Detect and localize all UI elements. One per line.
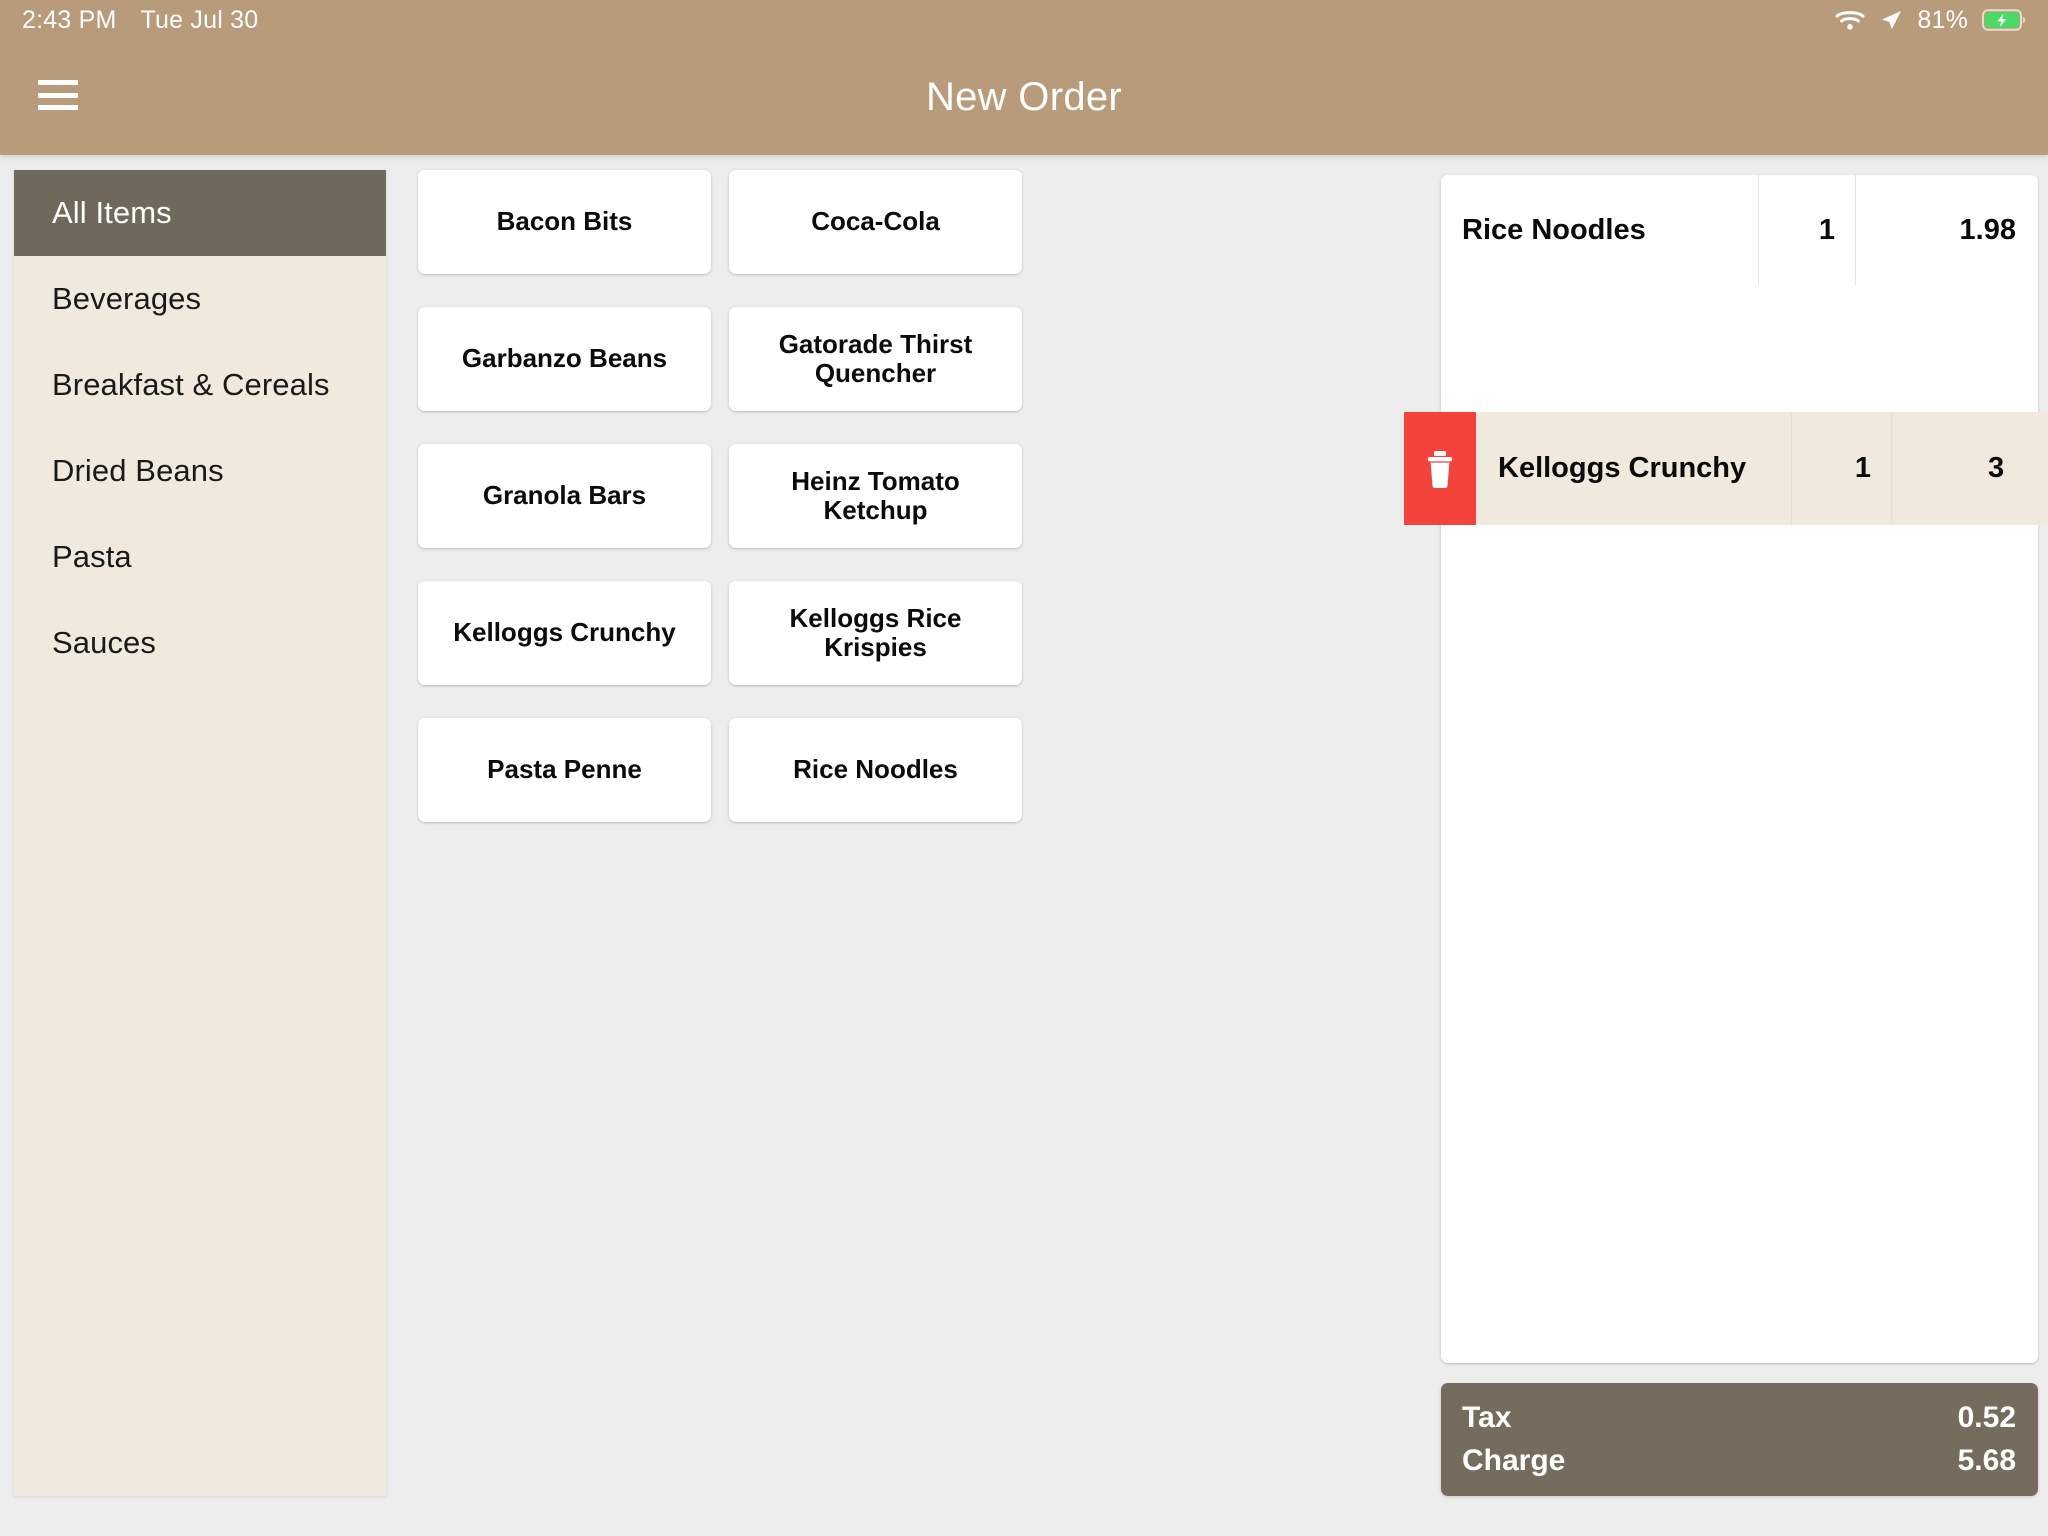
charge-value: 5.68 — [1957, 1443, 2016, 1477]
item-card-heinz-tomato-ketchup[interactable]: Heinz Tomato Ketchup — [729, 444, 1022, 548]
item-card-kelloggs-rice-krispies[interactable]: Kelloggs Rice Krispies — [729, 581, 1022, 685]
status-date: Tue Jul 30 — [140, 5, 259, 34]
item-card-rice-noodles[interactable]: Rice Noodles — [729, 718, 1022, 822]
delete-line-button[interactable] — [1404, 412, 1476, 525]
navigation-bar: New Order — [0, 40, 2048, 155]
order-line-row-swiped[interactable]: Kelloggs Crunchy 1 3 — [1404, 412, 2048, 525]
item-card-label: Gatorade Thirst Quencher — [778, 328, 973, 388]
sidebar-item-all-items[interactable]: All Items — [14, 170, 386, 256]
order-line-swiped-body: Kelloggs Crunchy 1 3 — [1476, 412, 2048, 525]
item-card-label: Bacon Bits — [496, 206, 633, 237]
item-grid: Bacon Bits Coca-Cola Garbanzo Beans Gato… — [418, 170, 1358, 1496]
item-card-label: Kelloggs Rice Krispies — [789, 602, 962, 662]
sidebar-item-label: Dried Beans — [52, 453, 224, 488]
sidebar-item-label: All Items — [52, 195, 172, 230]
item-card-label: Garbanzo Beans — [461, 343, 668, 374]
sidebar-item-breakfast-cereals[interactable]: Breakfast & Cereals — [14, 342, 386, 428]
item-card-gatorade-thirst-quencher[interactable]: Gatorade Thirst Quencher — [729, 307, 1022, 411]
tax-value: 0.52 — [1957, 1400, 2016, 1434]
order-line-price: 3 — [1988, 452, 2005, 484]
order-line-price: 1.98 — [1959, 213, 2016, 246]
battery-charging-icon — [1982, 9, 2026, 31]
order-line-qty: 1 — [1759, 175, 1856, 285]
item-card-label: Granola Bars — [482, 480, 647, 511]
order-totals-panel: Tax 0.52 Charge 5.68 — [1441, 1383, 2038, 1496]
page-title: New Order — [925, 75, 1123, 119]
order-line-qty: 1 — [1792, 412, 1892, 525]
tax-row: Tax 0.52 — [1462, 1397, 2016, 1440]
item-card-label: Heinz Tomato Ketchup — [791, 465, 960, 525]
sidebar-item-label: Beverages — [52, 281, 202, 316]
trash-icon — [1428, 450, 1452, 488]
order-line-row[interactable]: Rice Noodles 1 1.98 — [1441, 175, 2038, 285]
item-card-label: Coca-Cola — [811, 206, 940, 237]
sidebar-item-sauces[interactable]: Sauces — [14, 600, 386, 686]
order-line-name: Rice Noodles — [1441, 175, 1759, 285]
sidebar-item-label: Breakfast & Cereals — [52, 367, 330, 402]
order-line-name: Kelloggs Crunchy — [1476, 412, 1792, 525]
sidebar-item-pasta[interactable]: Pasta — [14, 514, 386, 600]
status-bar-left: 2:43 PM Tue Jul 30 — [22, 6, 258, 35]
item-card-kelloggs-crunchy[interactable]: Kelloggs Crunchy — [418, 581, 711, 685]
sidebar-item-dried-beans[interactable]: Dried Beans — [14, 428, 386, 514]
charge-row: Charge 5.68 — [1462, 1440, 2016, 1483]
sidebar-item-label: Pasta — [52, 539, 132, 574]
location-arrow-icon — [1879, 8, 1903, 32]
status-time: 2:43 PM — [22, 5, 117, 34]
order-lines-panel: Rice Noodles 1 1.98 — [1441, 175, 2038, 1363]
item-card-label: Rice Noodles — [793, 754, 958, 785]
item-card-label: Kelloggs Crunchy — [453, 617, 676, 648]
battery-percent: 81% — [1917, 5, 1968, 34]
item-card-pasta-penne[interactable]: Pasta Penne — [418, 718, 711, 822]
sidebar-item-label: Sauces — [52, 625, 156, 660]
pos-new-order-screen: 2:43 PM Tue Jul 30 81% New Order All Ite… — [0, 0, 2048, 1536]
item-card-coca-cola[interactable]: Coca-Cola — [729, 170, 1022, 274]
item-card-garbanzo-beans[interactable]: Garbanzo Beans — [418, 307, 711, 411]
category-sidebar: All Items Beverages Breakfast & Cereals … — [14, 170, 386, 1496]
status-bar: 2:43 PM Tue Jul 30 81% — [0, 0, 2048, 40]
item-card-bacon-bits[interactable]: Bacon Bits — [418, 170, 711, 274]
charge-label: Charge — [1462, 1443, 1566, 1477]
item-card-granola-bars[interactable]: Granola Bars — [418, 444, 711, 548]
item-card-label: Pasta Penne — [487, 754, 642, 785]
tax-label: Tax — [1462, 1400, 1512, 1434]
wifi-icon — [1835, 9, 1865, 31]
sidebar-item-beverages[interactable]: Beverages — [14, 256, 386, 342]
status-bar-right: 81% — [1835, 6, 2026, 35]
